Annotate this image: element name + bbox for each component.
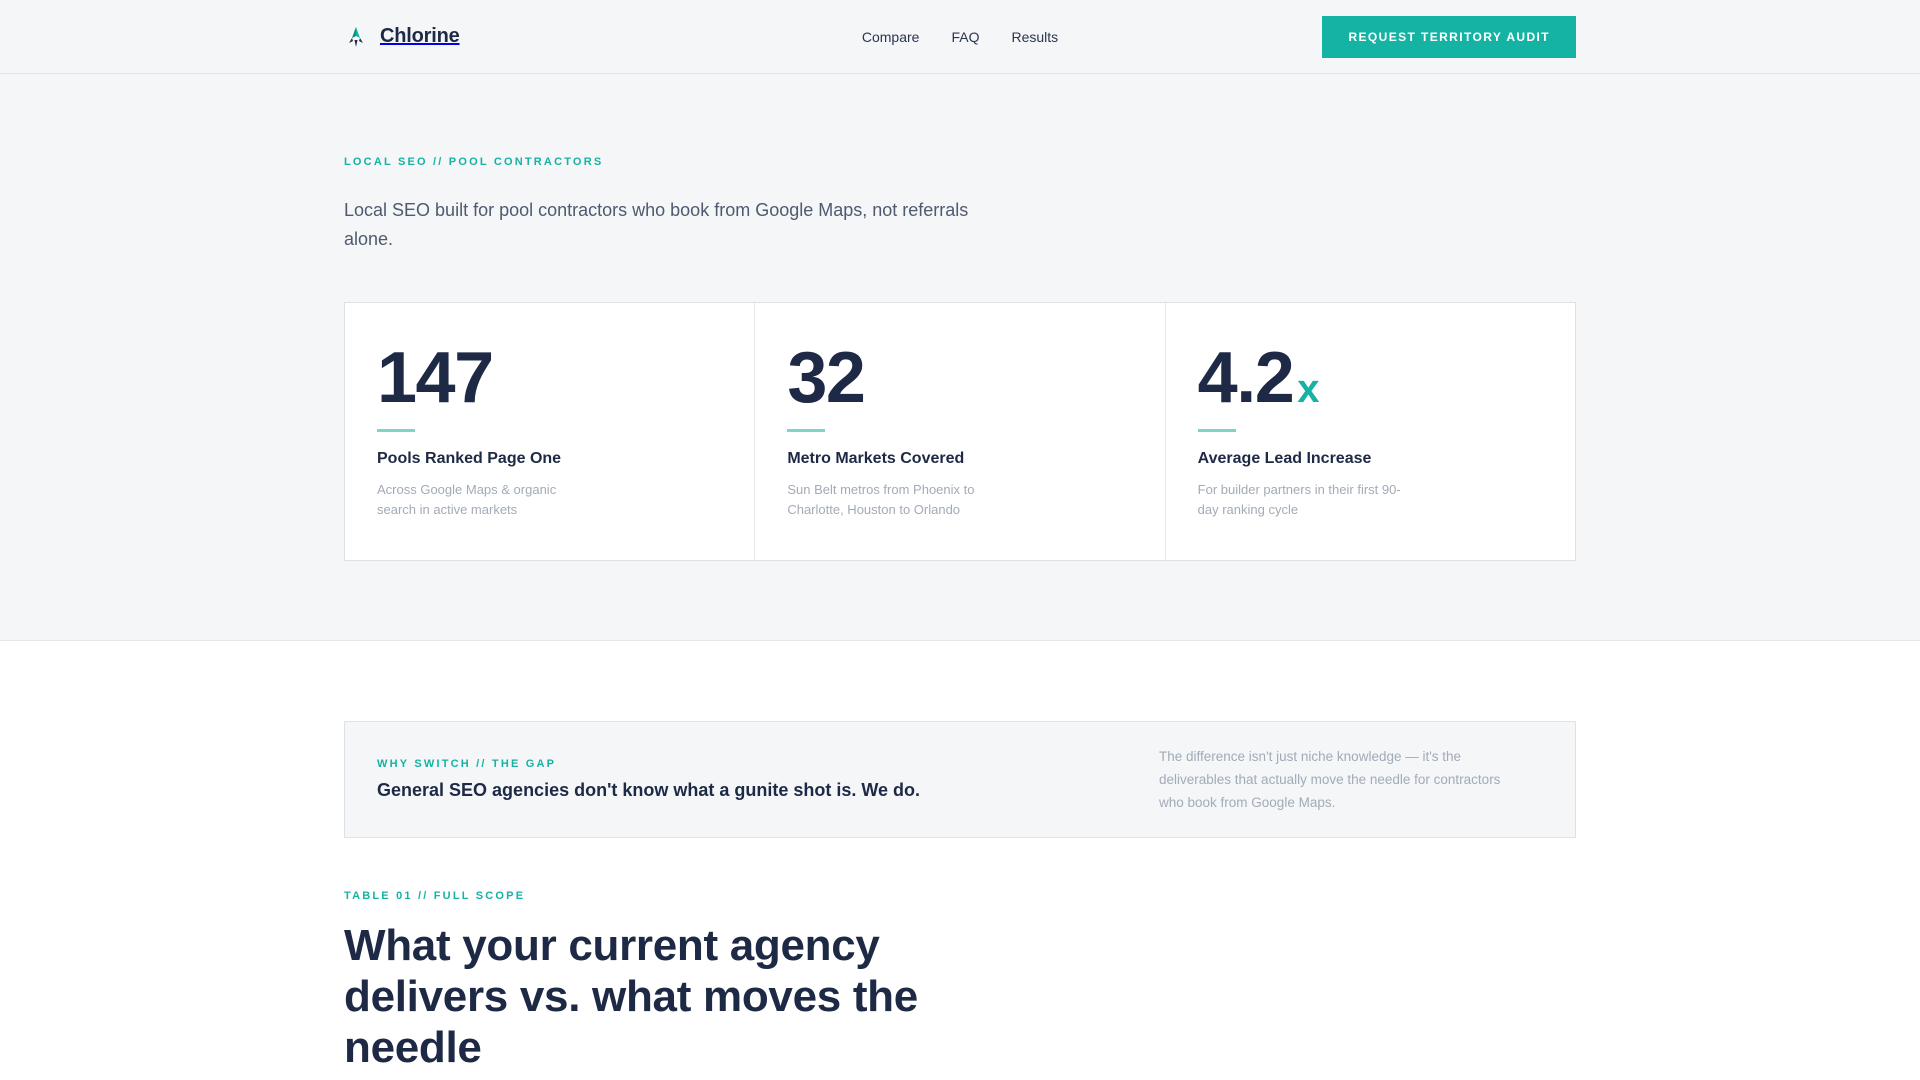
stats-panel: 147 Pools Ranked Page One Across Google …	[344, 302, 1576, 561]
stat-label: Metro Markets Covered	[787, 450, 965, 467]
stat-suffix: x	[1297, 367, 1320, 411]
rocket-icon	[344, 25, 368, 49]
brand-name: Chlorine	[380, 25, 460, 47]
header-inner: Chlorine Compare FAQ Results REQUEST TER…	[344, 0, 1576, 73]
callout-heading-group: WHY SWITCH // THE GAP General SEO agenci…	[377, 758, 920, 801]
main-nav: Compare FAQ Results	[862, 29, 1058, 45]
stat-value-row: 147	[377, 341, 722, 415]
stat-value-row: 32	[787, 341, 1132, 415]
scope-intro: TABLE 01 // FULL SCOPE What your current…	[344, 890, 1576, 1073]
stat-card-metro-markets: 32 Metro Markets Covered Sun Belt metros…	[755, 303, 1166, 560]
stat-divider	[1197, 429, 1236, 432]
gap-container: WHY SWITCH // THE GAP General SEO agenci…	[344, 641, 1576, 1073]
stat-description: For builder partners in their first 90-d…	[1197, 482, 1401, 517]
brand-logo-link[interactable]: Chlorine	[344, 25, 460, 49]
callout-eyebrow: WHY SWITCH // THE GAP	[377, 758, 557, 770]
stat-description: Sun Belt metros from Phoenix to Charlott…	[787, 482, 975, 517]
stat-label: Average Lead Increase	[1197, 450, 1372, 467]
hero-container: LOCAL SEO // POOL CONTRACTORS Local SEO …	[344, 74, 1576, 561]
callout-body: The difference isn't just niche knowledg…	[1159, 749, 1501, 810]
stat-value: 147	[377, 338, 494, 418]
why-switch-section: WHY SWITCH // THE GAP General SEO agenci…	[0, 641, 1920, 1073]
why-switch-callout: WHY SWITCH // THE GAP General SEO agenci…	[344, 721, 1576, 838]
scope-title: What your current agency delivers vs. wh…	[344, 921, 918, 1072]
stat-divider	[787, 429, 826, 432]
stat-value-row: 4.2 x	[1198, 341, 1543, 415]
callout-title: General SEO agencies don't know what a g…	[377, 780, 921, 800]
request-audit-button[interactable]: REQUEST TERRITORY AUDIT	[1322, 15, 1576, 58]
nav-link-results[interactable]: Results	[1011, 29, 1058, 45]
stat-label: Pools Ranked Page One	[377, 450, 562, 467]
stat-value: 32	[787, 338, 866, 418]
stat-divider	[377, 429, 415, 432]
stat-card-lead-increase: 4.2 x Average Lead Increase For builder …	[1166, 303, 1575, 560]
hero-eyebrow: LOCAL SEO // POOL CONTRACTORS	[344, 156, 604, 168]
stat-card-pools-ranked: 147 Pools Ranked Page One Across Google …	[345, 303, 756, 560]
hero-section: LOCAL SEO // POOL CONTRACTORS Local SEO …	[0, 74, 1920, 641]
hero-lede: Local SEO built for pool contractors who…	[344, 200, 969, 249]
nav-link-faq[interactable]: FAQ	[951, 29, 979, 45]
site-header: Chlorine Compare FAQ Results REQUEST TER…	[0, 0, 1920, 74]
scope-eyebrow: TABLE 01 // FULL SCOPE	[344, 890, 526, 902]
stat-description: Across Google Maps & organic search in a…	[377, 482, 557, 517]
stat-value: 4.2	[1197, 338, 1295, 418]
nav-link-compare[interactable]: Compare	[862, 29, 920, 45]
